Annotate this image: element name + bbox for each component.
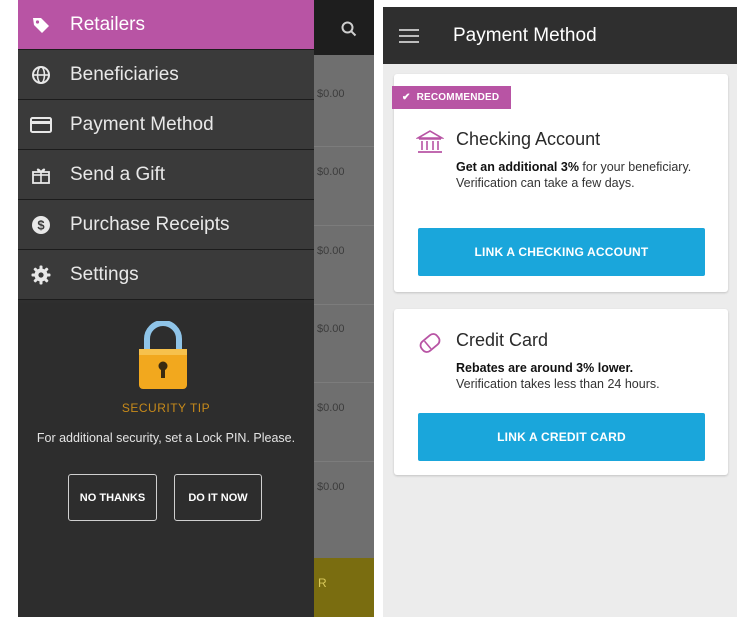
tag-icon bbox=[30, 14, 52, 36]
drawer-item-label: Payment Method bbox=[70, 113, 214, 135]
drawer-item-send-gift[interactable]: Send a Gift bbox=[18, 150, 314, 200]
background-price: $0.00 bbox=[317, 166, 345, 178]
recommended-label: RECOMMENDED bbox=[416, 92, 500, 103]
background-price: $0.00 bbox=[317, 88, 345, 100]
recommended-badge: ✔ RECOMMENDED bbox=[392, 86, 512, 109]
checkmark-icon: ✔ bbox=[402, 92, 411, 103]
background-bottom-label: R bbox=[318, 576, 327, 590]
drawer-item-retailers[interactable]: Retailers bbox=[18, 0, 314, 50]
drawer-item-label: Beneficiaries bbox=[70, 63, 179, 85]
hamburger-menu-icon[interactable] bbox=[399, 28, 419, 44]
drawer-item-label: Purchase Receipts bbox=[70, 213, 230, 235]
link-credit-card-button[interactable]: LINK A CREDIT CARD bbox=[418, 413, 705, 461]
drawer-item-beneficiaries[interactable]: Beneficiaries bbox=[18, 50, 314, 100]
credit-card-outline-icon bbox=[419, 333, 441, 353]
svg-text:$: $ bbox=[37, 217, 45, 232]
drawer-item-purchase-receipts[interactable]: $ Purchase Receipts bbox=[18, 200, 314, 250]
globe-icon bbox=[30, 64, 52, 86]
search-icon[interactable] bbox=[340, 20, 358, 38]
security-tip-panel: SECURITY TIP For additional security, se… bbox=[18, 303, 314, 617]
credit-description-text: Verification takes less than 24 hours. bbox=[456, 377, 660, 391]
left-screen: $0.00 $0.00 $0.00 $0.00 $0.00 $0.00 R Re… bbox=[18, 0, 374, 617]
background-divider bbox=[314, 146, 374, 147]
app-bar: Payment Method bbox=[383, 7, 737, 64]
background-price: $0.00 bbox=[317, 481, 345, 493]
background-price: $0.00 bbox=[317, 402, 345, 414]
background-divider bbox=[314, 304, 374, 305]
background-bottom-button[interactable]: R bbox=[314, 558, 374, 617]
gift-icon bbox=[30, 164, 52, 186]
drawer-item-label: Settings bbox=[70, 263, 139, 285]
checking-description-bold: Get an additional 3% bbox=[456, 160, 579, 174]
security-tip-title: SECURITY TIP bbox=[121, 401, 211, 415]
checking-account-title: Checking Account bbox=[456, 129, 601, 149]
credit-card-title: Credit Card bbox=[456, 330, 549, 350]
background-topbar bbox=[314, 0, 374, 55]
page-title: Payment Method bbox=[453, 24, 597, 46]
navigation-drawer: Retailers Beneficiaries Payment Method S… bbox=[18, 0, 314, 617]
checking-account-description: Get an additional 3% for your beneficiar… bbox=[456, 159, 716, 191]
padlock-icon bbox=[139, 321, 187, 389]
credit-card-description: Rebates are around 3% lower. Verificatio… bbox=[456, 360, 716, 392]
security-tip-text: For additional security, set a Lock PIN.… bbox=[36, 431, 296, 445]
gear-icon bbox=[30, 264, 52, 286]
checking-account-card: ✔ RECOMMENDED Checking Account Get an ad… bbox=[392, 74, 728, 292]
right-screen: Payment Method ✔ RECOMMENDED Checking Ac… bbox=[383, 7, 737, 617]
background-divider bbox=[314, 382, 374, 383]
credit-card-card: Credit Card Rebates are around 3% lower.… bbox=[394, 309, 728, 475]
background-divider bbox=[314, 225, 374, 226]
bank-icon bbox=[416, 130, 444, 153]
drawer-item-label: Retailers bbox=[70, 13, 145, 35]
background-app: $0.00 $0.00 $0.00 $0.00 $0.00 $0.00 R bbox=[314, 0, 374, 617]
drawer-item-label: Send a Gift bbox=[70, 163, 166, 185]
drawer-item-payment-method[interactable]: Payment Method bbox=[18, 100, 314, 150]
background-price: $0.00 bbox=[317, 323, 345, 335]
drawer-item-settings[interactable]: Settings bbox=[18, 250, 314, 300]
do-it-now-button[interactable]: DO IT NOW bbox=[174, 474, 262, 521]
dollar-icon: $ bbox=[30, 214, 52, 236]
link-checking-account-button[interactable]: LINK A CHECKING ACCOUNT bbox=[418, 228, 705, 276]
no-thanks-button[interactable]: NO THANKS bbox=[68, 474, 157, 521]
credit-card-icon bbox=[30, 114, 52, 136]
credit-description-bold: Rebates are around 3% lower. bbox=[456, 360, 716, 376]
background-divider bbox=[314, 461, 374, 462]
credit-description-bold-text: Rebates are around 3% lower. bbox=[456, 361, 634, 375]
background-price: $0.00 bbox=[317, 245, 345, 257]
